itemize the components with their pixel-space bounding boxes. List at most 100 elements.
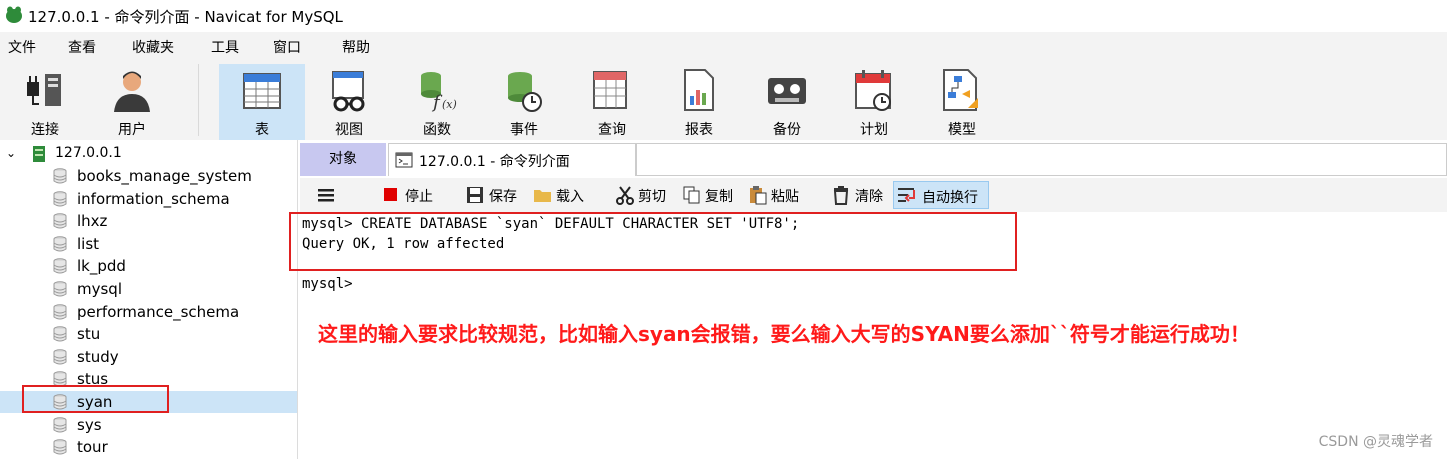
database-icon [53, 439, 67, 455]
paste-clipboard-icon [750, 186, 767, 205]
menu-window[interactable]: 窗口 [273, 37, 301, 57]
database-icon [53, 326, 67, 342]
toolbar-divider [198, 64, 199, 136]
stop-button[interactable]: 停止 [380, 181, 442, 209]
function-button[interactable]: f (x) 函数 [394, 64, 480, 140]
save-button[interactable]: 保存 [463, 181, 523, 209]
database-icon [53, 258, 67, 274]
user-label: 用户 [118, 122, 146, 138]
database-icon [53, 416, 67, 433]
report-icon [684, 69, 714, 111]
trash-icon [833, 186, 849, 205]
word-wrap-label: 自动换行 [922, 190, 978, 206]
menu-favorites[interactable]: 收藏夹 [132, 37, 174, 57]
save-disk-icon [467, 187, 483, 203]
syan-highlight-box [22, 385, 169, 413]
user-button[interactable]: 用户 [89, 64, 175, 140]
cut-label: 剪切 [638, 189, 666, 205]
sidebar-item-db-books_manage_system[interactable]: books_manage_system [0, 165, 297, 187]
folder-open-icon [534, 190, 551, 202]
sidebar-item-label: list [77, 234, 100, 253]
paste-button[interactable]: 粘贴 [746, 181, 806, 209]
sidebar-item-db-mysql[interactable]: mysql [0, 278, 297, 300]
copy-icon [683, 186, 700, 204]
save-label: 保存 [489, 189, 517, 205]
report-button[interactable]: 报表 [656, 64, 742, 140]
model-button[interactable]: 模型 [919, 64, 1005, 140]
annotation-note: 这里的输入要求比较规范，比如输入syan会报错，要么输入大写的SYAN要么添加`… [318, 322, 1250, 346]
clear-button[interactable]: 清除 [830, 181, 890, 209]
event-label: 事件 [510, 122, 538, 138]
query-button[interactable]: 查询 [569, 64, 655, 140]
model-diagram-icon [943, 69, 978, 111]
menu-view[interactable]: 查看 [68, 37, 96, 57]
sidebar-item-label: books_manage_system [77, 167, 252, 185]
sidebar-item-db-sys[interactable]: sys [0, 414, 297, 436]
menu-tools[interactable]: 工具 [211, 37, 239, 57]
tab-strip-empty [636, 143, 1447, 176]
database-icon [53, 190, 67, 207]
view-label: 视图 [335, 122, 363, 138]
main-toolbar: 连接 用户 表 视图 f (x) 函数 事件 查询 报表 备份 计划 模型 [0, 60, 1447, 140]
sidebar-item-db-information_schema[interactable]: information_schema [0, 188, 297, 210]
event-button[interactable]: 事件 [481, 64, 567, 140]
title-bar: 127.0.0.1 - 命令列介面 - Navicat for MySQL [0, 0, 1447, 30]
server-icon [33, 146, 45, 162]
sidebar-item-label: mysql [77, 280, 122, 298]
database-icon [53, 168, 67, 184]
schedule-label: 计划 [860, 122, 888, 138]
backup-label: 备份 [773, 122, 801, 138]
report-label: 报表 [685, 122, 713, 138]
sidebar-item-label: lk_pdd [77, 257, 126, 276]
sidebar-item-db-lhxz[interactable]: lhxz [0, 210, 297, 232]
sidebar-item-label: lhxz [77, 212, 108, 231]
database-icon [53, 281, 67, 297]
clear-label: 清除 [855, 189, 883, 205]
window-title: 127.0.0.1 - 命令列介面 - Navicat for MySQL [28, 8, 343, 26]
menu-help[interactable]: 帮助 [342, 37, 370, 57]
connect-button[interactable]: 连接 [2, 64, 88, 140]
connect-label: 连接 [31, 122, 59, 138]
table-button[interactable]: 表 [219, 64, 305, 140]
sidebar-item-db-stu[interactable]: stu [0, 323, 297, 345]
event-clock-icon [508, 72, 542, 112]
tab-objects[interactable]: 对象 [300, 143, 386, 176]
table-label: 表 [255, 122, 269, 138]
backup-button[interactable]: 备份 [744, 64, 830, 140]
sidebar-item-db-study[interactable]: study [0, 346, 297, 368]
sidebar-item-label: sys [77, 415, 102, 434]
menu-bar: 文件 查看 收藏夹 工具 窗口 帮助 [0, 32, 1447, 60]
svg-text:(x): (x) [442, 98, 457, 111]
cut-button[interactable]: 剪切 [613, 181, 673, 209]
console-toolbar: 停止 保存 载入 剪切 复制 粘贴 清除 自动换行 [300, 178, 1447, 212]
watermark: CSDN @灵魂学者 [1318, 434, 1433, 450]
sidebar-item-label: stu [77, 325, 101, 344]
server-label: 127.0.0.1 [55, 145, 122, 161]
load-button[interactable]: 载入 [531, 181, 591, 209]
table-icon [243, 73, 281, 109]
schedule-button[interactable]: 计划 [831, 64, 917, 140]
sidebar-item-db-tour[interactable]: tour [0, 436, 297, 458]
sidebar-item-label: information_schema [77, 189, 230, 208]
plug-icon [27, 74, 61, 106]
sidebar-item-db-lk_pdd[interactable]: lk_pdd [0, 255, 297, 277]
word-wrap-icon [898, 188, 915, 202]
tab-strip: 对象 127.0.0.1 - 命令列介面 [300, 143, 1447, 176]
console-icon [395, 152, 413, 168]
sidebar-item-label: performance_schema [77, 302, 240, 321]
hamburger-icon [318, 189, 334, 202]
backup-tape-icon [768, 78, 806, 104]
word-wrap-toggle[interactable]: 自动换行 [893, 181, 989, 209]
tab-console[interactable]: 127.0.0.1 - 命令列介面 [388, 143, 636, 176]
sidebar-item-db-list[interactable]: list [0, 233, 297, 255]
hamburger-menu-button[interactable] [314, 181, 338, 209]
sidebar-item-label: study [77, 347, 119, 366]
menu-file[interactable]: 文件 [8, 37, 36, 57]
query-icon [593, 71, 627, 109]
copy-button[interactable]: 复制 [680, 181, 740, 209]
sidebar-item-db-performance_schema[interactable]: performance_schema [0, 301, 297, 323]
calendar-icon [855, 70, 891, 111]
stop-label: 停止 [405, 189, 433, 205]
view-button[interactable]: 视图 [306, 64, 392, 140]
chevron-down-icon[interactable]: ⌄ [6, 146, 16, 160]
